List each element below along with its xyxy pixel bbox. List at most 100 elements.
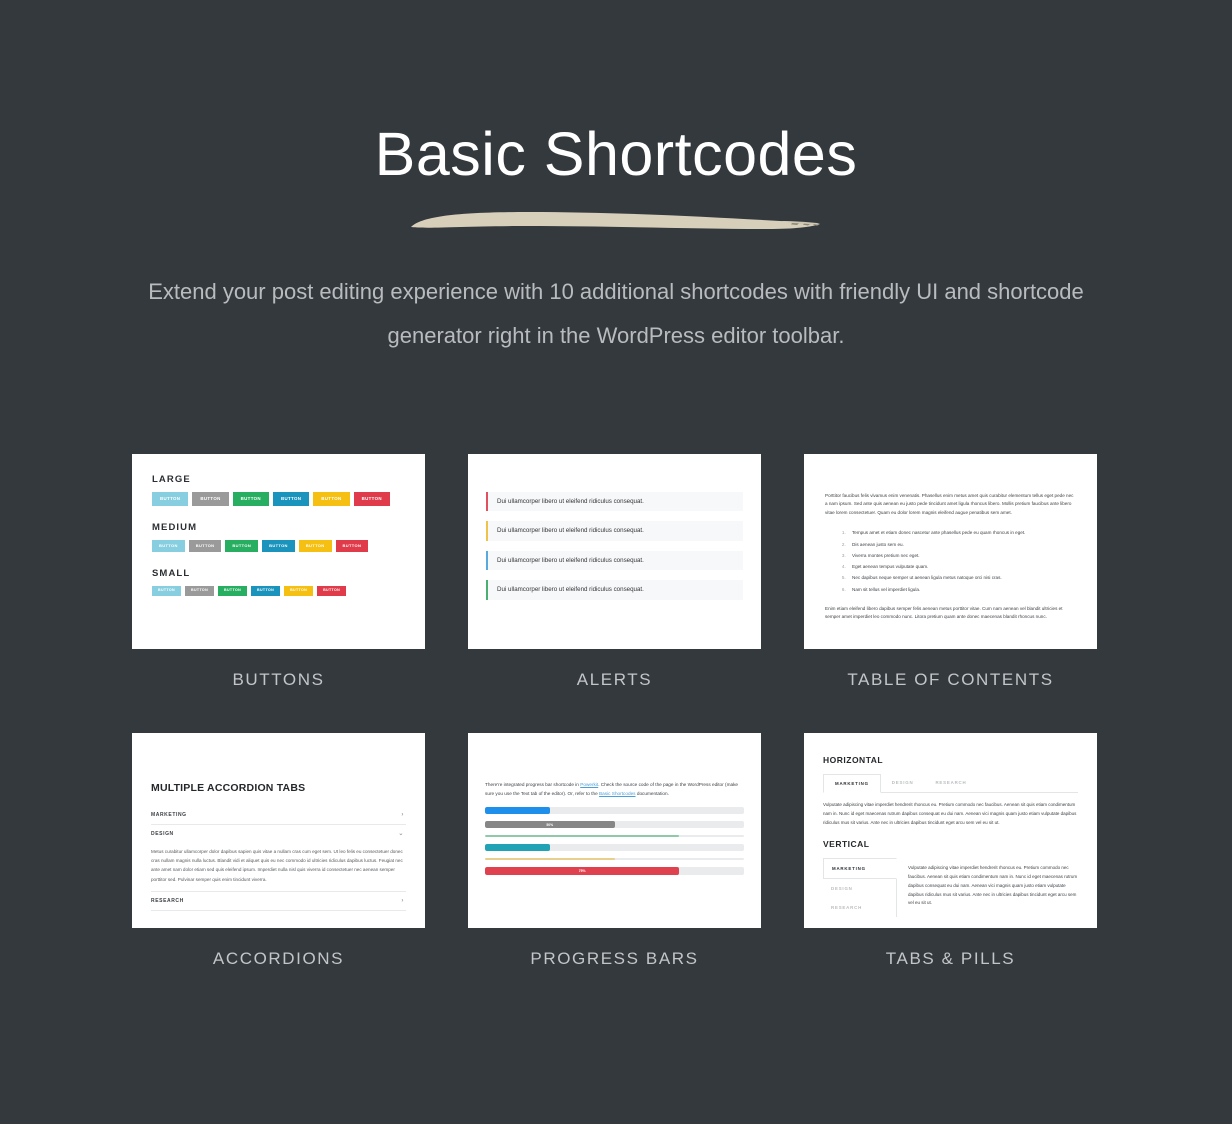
sc-button[interactable]: BUTTON	[225, 540, 259, 553]
alert-danger: Dui ullamcorper libero ut eleifend ridic…	[486, 492, 743, 512]
accordion-header[interactable]: DESIGN ⌄	[151, 825, 406, 843]
card-preview-tabs: HORIZONTAL MARKETING DESIGN RESEARCH Vul…	[804, 733, 1097, 928]
progress-intro-part3: documentation.	[635, 790, 669, 796]
sc-button[interactable]: BUTTON	[262, 540, 295, 553]
page-title: Basic Shortcodes	[374, 120, 858, 188]
accordion-header[interactable]: RESEARCH ›	[151, 892, 406, 910]
card-alerts[interactable]: Dui ullamcorper libero ut eleifend ridic…	[468, 454, 761, 690]
sc-button[interactable]: BUTTON	[192, 492, 229, 507]
toc-list-item[interactable]: Eget aenean tempus vulputate quam.	[847, 561, 1076, 572]
buttons-demo: LARGE BUTTON BUTTON BUTTON BUTTON BUTTON…	[132, 454, 425, 596]
accordion-item-design[interactable]: DESIGN ⌄ Metus curabitur ullamcorper dol…	[151, 825, 406, 892]
sc-button[interactable]: BUTTON	[353, 492, 390, 507]
accordion-panel: Metus curabitur ullamcorper dolor dapibu…	[151, 849, 403, 882]
progress-intro-part1: There're integrated progress bar shortco…	[485, 782, 581, 787]
card-preview-alerts: Dui ullamcorper libero ut eleifend ridic…	[468, 454, 761, 649]
progress-bar-fill	[485, 843, 550, 851]
button-row-medium: BUTTON BUTTON BUTTON BUTTON BUTTON BUTTO…	[152, 540, 405, 553]
sc-button[interactable]: BUTTON	[251, 586, 281, 596]
toc-demo: Porttitor faucibus felis vivamus enim ve…	[804, 454, 1097, 622]
button-row-large: BUTTON BUTTON BUTTON BUTTON BUTTON BUTTO…	[152, 492, 405, 507]
toc-list-item[interactable]: Tempus amet et etiam donec nascetur ante…	[847, 527, 1076, 538]
horizontal-tab-list: MARKETING DESIGN RESEARCH	[823, 774, 1078, 793]
sc-button[interactable]: BUTTON	[185, 586, 215, 596]
vtab-design[interactable]: DESIGN	[823, 879, 896, 898]
vtab-research[interactable]: RESEARCH	[823, 898, 896, 917]
sc-button[interactable]: BUTTON	[335, 540, 369, 553]
alerts-demo: Dui ullamcorper libero ut eleifend ridic…	[468, 454, 761, 600]
vtab-marketing[interactable]: MARKETING	[823, 858, 897, 880]
toc-list-item[interactable]: Dis aenean justo sem eu.	[847, 539, 1076, 550]
accordion-demo: MULTIPLE ACCORDION TABS MARKETING › DESI…	[132, 733, 425, 911]
progress-bar-fill	[485, 857, 615, 860]
card-table-of-contents[interactable]: Porttitor faucibus felis vivamus enim ve…	[804, 454, 1097, 690]
button-row-small: BUTTON BUTTON BUTTON BUTTON BUTTON BUTTO…	[152, 586, 405, 596]
alert-success: Dui ullamcorper libero ut eleifend ridic…	[486, 580, 743, 600]
card-label: PROGRESS BARS	[530, 949, 699, 968]
progress-bar-label: 75%	[578, 868, 586, 873]
card-preview-accordions: MULTIPLE ACCORDION TABS MARKETING › DESI…	[132, 733, 425, 928]
sc-button[interactable]: BUTTON	[313, 492, 350, 507]
progress-bar-track: 75%	[485, 866, 744, 875]
card-buttons[interactable]: LARGE BUTTON BUTTON BUTTON BUTTON BUTTON…	[132, 454, 425, 690]
sc-button[interactable]: BUTTON	[152, 492, 189, 507]
button-group-title: MEDIUM	[152, 522, 198, 534]
card-preview-buttons: LARGE BUTTON BUTTON BUTTON BUTTON BUTTON…	[132, 454, 425, 649]
chevron-down-icon: ⌄	[398, 831, 404, 837]
vertical-tab-list: MARKETING DESIGN RESEARCH	[823, 858, 897, 918]
button-group-title: LARGE	[152, 474, 191, 485]
vertical-tab-panel: Vulputate adipiscing vitae imperdiet hen…	[908, 865, 1078, 906]
tab-design[interactable]: DESIGN	[881, 774, 925, 792]
progress-bar-track	[485, 843, 744, 851]
accordion-label: MARKETING	[151, 812, 187, 818]
sc-button[interactable]: BUTTON	[152, 540, 185, 553]
sc-button[interactable]: BUTTON	[188, 540, 222, 553]
tab-marketing[interactable]: MARKETING	[823, 774, 881, 793]
button-group-title: SMALL	[152, 568, 191, 580]
card-progress-bars[interactable]: There're integrated progress bar shortco…	[468, 733, 761, 969]
progress-demo: There're integrated progress bar shortco…	[468, 733, 761, 875]
accordion-label: RESEARCH	[151, 897, 184, 904]
progress-bar-fill	[485, 807, 550, 815]
card-label: BUTTONS	[232, 670, 325, 689]
button-group-small: SMALL BUTTON BUTTON BUTTON BUTTON BUTTON…	[152, 568, 405, 596]
sc-button[interactable]: BUTTON	[152, 586, 182, 596]
sc-button[interactable]: BUTTON	[218, 586, 248, 596]
progress-bar-track	[485, 807, 744, 815]
toc-list-item[interactable]: Viverra montes pretium nec eget.	[847, 550, 1076, 561]
sc-button[interactable]: BUTTON	[284, 586, 314, 596]
toc-list-item[interactable]: Nam sit tellus vel imperdiet ligula.	[847, 584, 1076, 595]
tab-research[interactable]: RESEARCH	[924, 774, 977, 792]
card-label: ACCORDIONS	[212, 949, 345, 968]
card-accordions[interactable]: MULTIPLE ACCORDION TABS MARKETING › DESI…	[132, 733, 425, 969]
sc-button[interactable]: BUTTON	[232, 492, 269, 507]
card-tabs-pills[interactable]: HORIZONTAL MARKETING DESIGN RESEARCH Vul…	[804, 733, 1097, 969]
sc-button[interactable]: BUTTON	[298, 540, 332, 553]
progress-intro: There're integrated progress bar shortco…	[485, 781, 744, 798]
tabs-demo: HORIZONTAL MARKETING DESIGN RESEARCH Vul…	[804, 733, 1097, 918]
vertical-tabs: MARKETING DESIGN RESEARCH Vulputate adip…	[823, 858, 1078, 918]
basic-shortcodes-link[interactable]: Basic Shortcodes	[599, 791, 635, 796]
toc-tail: Enim etiam eleifend libero dapibus sempe…	[825, 605, 1063, 620]
sc-button[interactable]: BUTTON	[272, 492, 310, 507]
accordion-header[interactable]: MARKETING ›	[151, 806, 406, 824]
horizontal-tabs-title: HORIZONTAL	[823, 755, 884, 765]
alert-warning: Dui ullamcorper libero ut eleifend ridic…	[486, 521, 743, 541]
accordion-item-research[interactable]: RESEARCH ›	[151, 892, 406, 911]
toc-list-item[interactable]: Nec dapibus neque semper ut aenean ligul…	[847, 572, 1076, 583]
card-label: TABS & PILLS	[885, 949, 1016, 968]
shortcode-cards-grid: LARGE BUTTON BUTTON BUTTON BUTTON BUTTON…	[132, 454, 1097, 969]
accordion-item-marketing[interactable]: MARKETING ›	[151, 806, 406, 825]
card-preview-progress: There're integrated progress bar shortco…	[468, 733, 761, 928]
sc-button[interactable]: BUTTON	[317, 586, 347, 596]
brush-divider	[0, 196, 1232, 242]
progress-bar-fill: 50%	[485, 821, 615, 829]
accordion-title: MULTIPLE ACCORDION TABS	[151, 782, 306, 794]
powerkit-link[interactable]: Powerkit	[580, 782, 598, 787]
card-preview-toc: Porttitor faucibus felis vivamus enim ve…	[804, 454, 1097, 649]
progress-bar-fill	[485, 835, 680, 837]
brush-stroke-icon	[411, 212, 820, 230]
accordion-label: DESIGN	[151, 831, 174, 837]
horizontal-tab-panel: Vulputate adipiscing vitae imperdiet hen…	[823, 802, 1077, 825]
progress-bar-track: 50%	[485, 821, 744, 829]
